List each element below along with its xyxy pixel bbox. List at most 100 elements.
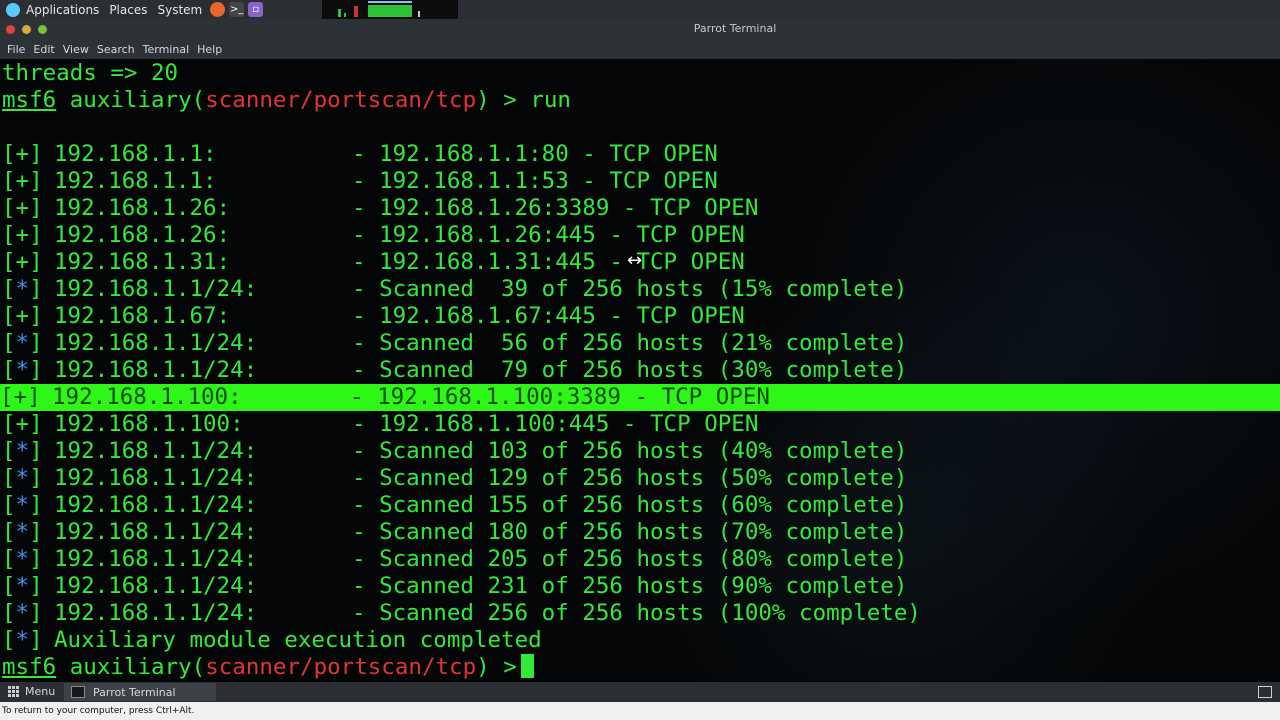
menu-button[interactable]: Menu xyxy=(8,685,55,698)
result-text: - 192.168.1.1:80 - TCP OPEN xyxy=(352,141,718,167)
result-row: [*] 192.168.1.1/24: - Scanned 205 of 256 h… xyxy=(2,546,907,573)
result-text: - 192.168.1.26:445 - TCP OPEN xyxy=(352,222,745,248)
result-host: 192.168.1.26: xyxy=(54,195,231,221)
menu-button-label: Menu xyxy=(25,685,56,698)
run-command: > run xyxy=(489,87,571,113)
result-text: - Scanned 180 of 256 hosts (70% complete… xyxy=(352,519,908,545)
window-titlebar[interactable]: Parrot Terminal xyxy=(0,19,1280,39)
result-host: 192.168.1.1/24: xyxy=(54,465,258,491)
result-host: 192.168.1.100: xyxy=(52,384,242,410)
terminal-output[interactable]: threads => 20 msf6 auxiliary(scanner/por… xyxy=(0,59,1280,682)
taskbar-item-label: Parrot Terminal xyxy=(93,685,176,699)
result-row: [+] 192.168.1.1: - 192.168.1.1:53 - TCP OP… xyxy=(2,168,718,195)
menu-help[interactable]: Help xyxy=(197,43,222,56)
result-host: 192.168.1.26: xyxy=(54,222,231,248)
status-tag: [+] xyxy=(2,141,43,167)
result-text: - Scanned 205 of 256 hosts (80% complete… xyxy=(352,546,908,572)
terminal-launcher-icon[interactable]: >_ xyxy=(229,2,245,17)
result-host: 192.168.1.1/24: xyxy=(54,276,258,302)
result-text: - 192.168.1.100:3389 - TCP OPEN xyxy=(350,384,770,410)
status-tag: [*] xyxy=(2,573,43,599)
result-row: [+] 192.168.1.100: - 192.168.1.100:445 - T… xyxy=(2,411,758,438)
resize-cursor-icon: ↔ xyxy=(627,250,643,271)
result-host: 192.168.1.1/24: xyxy=(54,330,258,356)
menu-view[interactable]: View xyxy=(63,43,89,56)
msf-prompt: msf6 xyxy=(2,654,57,680)
result-row: [+] 192.168.1.67: - 192.168.1.67:445 - TCP… xyxy=(2,303,745,330)
result-row: [*] 192.168.1.1/24: - Scanned 155 of 256 h… xyxy=(2,492,907,519)
result-host: 192.168.1.1: xyxy=(54,141,217,167)
result-row: [+] 192.168.1.1: - 192.168.1.1:80 - TCP OP… xyxy=(2,141,718,168)
taskbar-item-parrot-terminal[interactable]: Parrot Terminal xyxy=(64,683,216,701)
system-menu[interactable]: System xyxy=(157,3,202,17)
result-text: - 192.168.1.26:3389 - TCP OPEN xyxy=(352,195,759,221)
vm-status-hint: To return to your computer, press Ctrl+A… xyxy=(0,702,1280,720)
status-tag: [+] xyxy=(0,384,41,410)
result-row: [*] 192.168.1.1/24: - Scanned 256 of 256 h… xyxy=(2,600,921,627)
prompt-word: auxiliary xyxy=(69,87,192,113)
result-text: - 192.168.1.1:53 - TCP OPEN xyxy=(352,168,718,194)
result-row: [*] 192.168.1.1/24: - Scanned 129 of 256 h… xyxy=(2,465,907,492)
status-tag: [*] xyxy=(2,330,43,356)
completion-line: [*] Auxiliary module execution completed xyxy=(2,627,542,653)
status-tag: [+] xyxy=(2,168,43,194)
result-host: 192.168.1.1: xyxy=(54,168,217,194)
menu-edit[interactable]: Edit xyxy=(33,43,54,56)
status-tag: [*] xyxy=(2,492,43,518)
result-text: - Scanned 56 of 256 hosts (21% complete) xyxy=(352,330,908,356)
taskbar: Menu Parrot Terminal xyxy=(0,682,1280,702)
status-tag: [*] xyxy=(2,276,43,302)
result-host: 192.168.1.1/24: xyxy=(54,519,258,545)
result-row: [*] 192.168.1.1/24: - Scanned 56 of 256 ho… xyxy=(2,330,907,357)
result-host: 192.168.1.1/24: xyxy=(54,546,258,572)
status-tag: [*] xyxy=(2,357,43,383)
module-name: scanner/portscan/tcp xyxy=(205,654,477,680)
places-menu[interactable]: Places xyxy=(109,3,147,17)
final-prompt-line[interactable]: msf6 auxiliary(scanner/portscan/tcp) > xyxy=(2,653,534,681)
firefox-icon[interactable] xyxy=(210,2,226,17)
text-editor-icon[interactable]: ▫ xyxy=(248,2,264,17)
completion-text: Auxiliary module execution completed xyxy=(54,627,542,653)
result-text: - 192.168.1.100:445 - TCP OPEN xyxy=(352,411,759,437)
keyboard-tray-icon[interactable] xyxy=(1258,686,1272,698)
result-text: - Scanned 39 of 256 hosts (15% complete) xyxy=(352,276,908,302)
result-row: [+] 192.168.1.26: - 192.168.1.26:3389 - TC… xyxy=(2,195,758,222)
grid-menu-icon xyxy=(8,686,19,697)
result-text: - Scanned 79 of 256 hosts (30% complete) xyxy=(352,357,908,383)
top-panel: Applications Places System >_ ▫ xyxy=(0,0,1280,19)
msf-prompt: msf6 xyxy=(2,87,57,113)
result-row: [*] 192.168.1.1/24: - Scanned 103 of 256 h… xyxy=(2,438,907,465)
result-host: 192.168.1.1/24: xyxy=(54,600,258,626)
result-text: - Scanned 231 of 256 hosts (90% complete… xyxy=(352,573,908,599)
result-host: 192.168.1.1/24: xyxy=(54,573,258,599)
result-text: - 192.168.1.31:445 - TCP OPEN xyxy=(352,249,745,275)
status-tag: [*] xyxy=(2,519,43,545)
result-row: [*] 192.168.1.1/24: - Scanned 231 of 256 h… xyxy=(2,573,907,600)
prompt-symbol: > xyxy=(489,654,517,680)
result-text: - 192.168.1.67:445 - TCP OPEN xyxy=(352,303,745,329)
run-prompt-line: msf6 auxiliary(scanner/portscan/tcp) > r… xyxy=(2,87,571,113)
status-tag: [*] xyxy=(2,600,43,626)
status-tag: [+] xyxy=(2,249,43,275)
result-host: 192.168.1.1/24: xyxy=(54,438,258,464)
threads-line: threads => 20 xyxy=(2,60,179,86)
result-row-highlighted: [+] 192.168.1.100: - 192.168.1.100:3389 - … xyxy=(0,384,1280,411)
result-row: [*] 192.168.1.1/24: - Scanned 79 of 256 ho… xyxy=(2,357,907,384)
status-tag: [+] xyxy=(2,303,43,329)
result-host: 192.168.1.1/24: xyxy=(54,492,258,518)
status-tag: [*] xyxy=(2,438,43,464)
status-tag: [*] xyxy=(2,546,43,572)
result-host: 192.168.1.1/24: xyxy=(54,357,258,383)
prompt-word: auxiliary xyxy=(69,654,192,680)
result-host: 192.168.1.31: xyxy=(54,249,231,275)
menu-search[interactable]: Search xyxy=(97,43,135,56)
menu-file[interactable]: File xyxy=(7,43,25,56)
applications-menu[interactable]: Applications xyxy=(26,3,99,17)
parrot-logo-icon[interactable] xyxy=(6,2,20,17)
result-text: - Scanned 155 of 256 hosts (60% complete… xyxy=(352,492,908,518)
terminal-window-icon xyxy=(71,686,85,698)
status-tag: [*] xyxy=(2,465,43,491)
status-tag: [+] xyxy=(2,222,43,248)
result-text: - Scanned 103 of 256 hosts (40% complete… xyxy=(352,438,908,464)
menu-terminal[interactable]: Terminal xyxy=(143,43,190,56)
